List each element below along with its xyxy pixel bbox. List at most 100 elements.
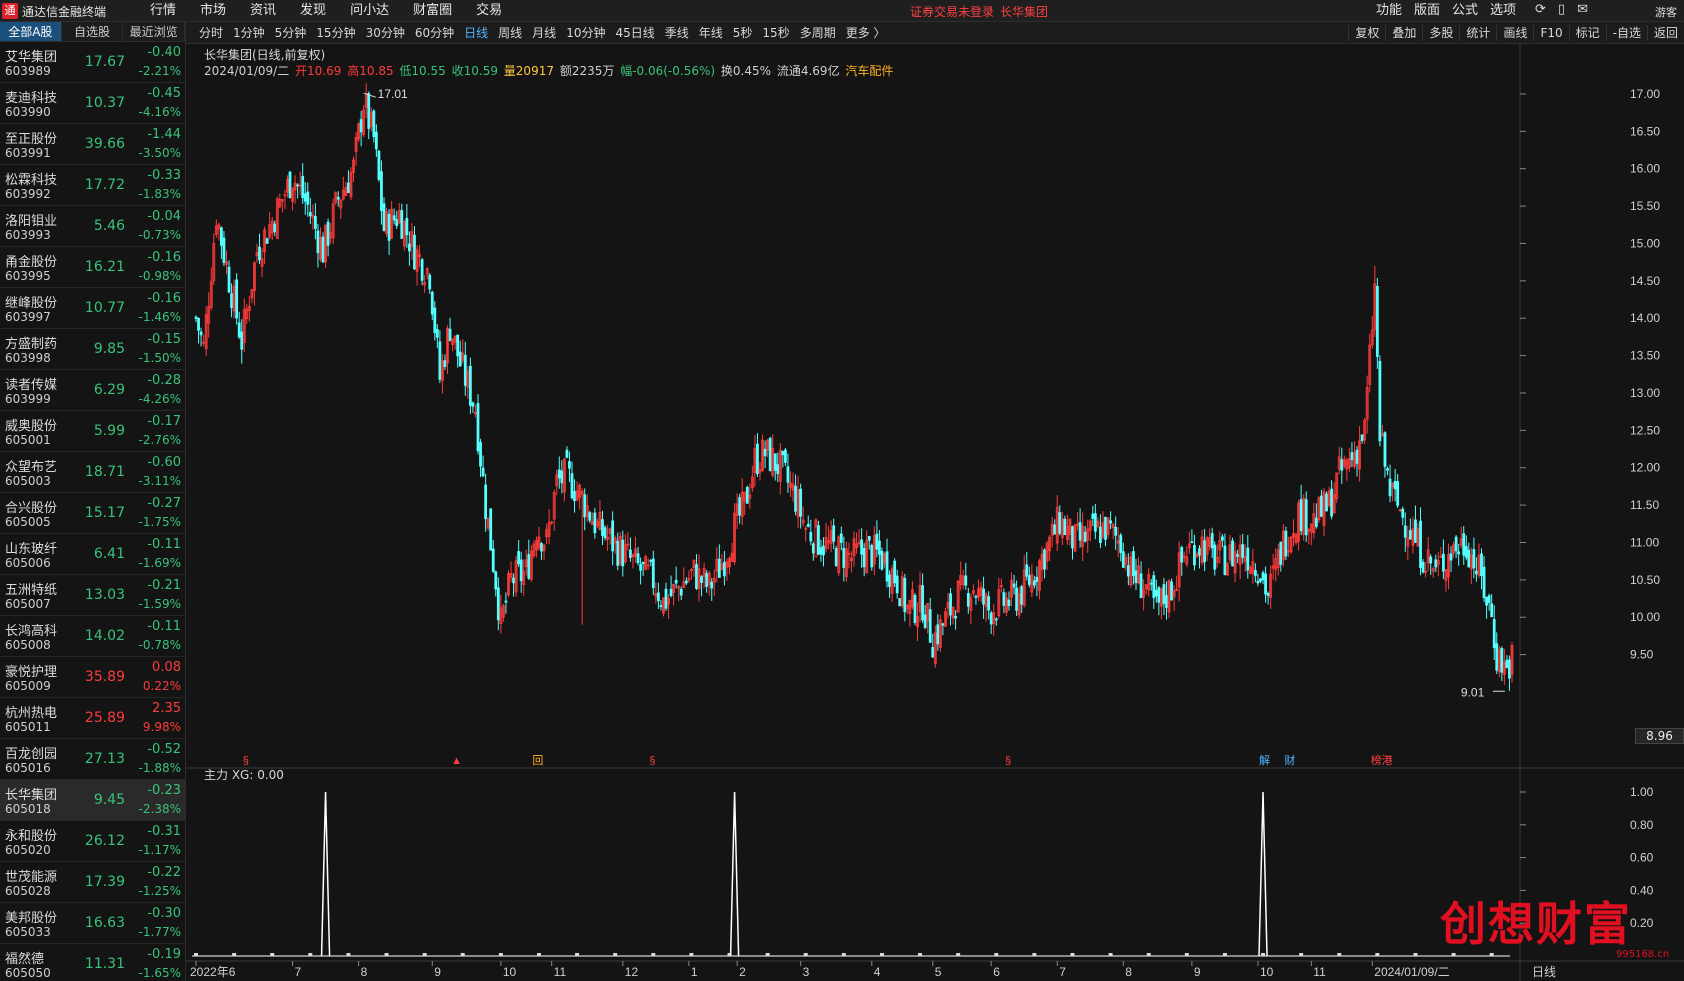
- period-toolbar: 分时 1分钟 5分钟 15分钟 30分钟 60分钟 日线 周线 月线 10分钟 45日线 季线 年线 5秒…: [186, 22, 1684, 44]
- candle-body: [1408, 530, 1412, 540]
- stock-row[interactable]: 豪悦护理 605009 35.89 0.08 0.22%: [0, 657, 185, 698]
- login-status[interactable]: 证券交易未登录: [910, 5, 994, 19]
- sidebar-tab-0[interactable]: 全部A股: [0, 22, 62, 41]
- tool-button-0[interactable]: 复权: [1348, 25, 1385, 41]
- menu-item-2[interactable]: 资讯: [238, 2, 288, 20]
- menu-item-1[interactable]: 市场: [188, 2, 238, 20]
- info-turnover: 换0.45%: [720, 64, 772, 78]
- stock-name: 美邦股份: [5, 911, 58, 926]
- stock-row[interactable]: 至正股份 603991 39.66 -1.44 -3.50%: [0, 124, 185, 165]
- stock-code: 603992: [5, 187, 51, 201]
- tool-button-2[interactable]: 多股: [1422, 25, 1459, 41]
- period-tab-2[interactable]: 5分钟: [270, 25, 312, 41]
- sidebar-tab-2[interactable]: 最近浏览: [123, 22, 185, 41]
- period-tab-3[interactable]: 15分钟: [311, 25, 360, 41]
- phone-icon[interactable]: ▯: [1558, 2, 1565, 17]
- kline-chart[interactable]: 17.00 16.50 16.00 15.50 15.00 14.50 14.00 13.50…: [186, 44, 1684, 981]
- stock-row[interactable]: 读者传媒 603999 6.29 -0.28 -4.26%: [0, 370, 185, 411]
- period-tab-10[interactable]: 45日线: [610, 25, 659, 41]
- menu-item-0[interactable]: 行情: [138, 2, 188, 20]
- login-notice[interactable]: 证券交易未登录 长华集团: [910, 3, 1054, 20]
- period-tab-1[interactable]: 1分钟: [228, 25, 270, 41]
- period-tab-14[interactable]: 15秒: [757, 25, 794, 41]
- period-tab-6[interactable]: 日线: [459, 25, 493, 41]
- chart-title[interactable]: 长华集团(日线,前复权): [204, 46, 325, 63]
- period-tab-12[interactable]: 年线: [694, 25, 728, 41]
- right-menu-item-2[interactable]: 公式: [1446, 2, 1484, 20]
- xg-dot: [270, 953, 275, 956]
- kline-chart-area[interactable]: 17.00 16.50 16.00 15.50 15.00 14.50 14.00 13.50…: [186, 44, 1684, 981]
- stock-name: 麦迪科技: [5, 91, 58, 106]
- menu-item-3[interactable]: 发现: [288, 2, 338, 20]
- xg-dot: [765, 953, 770, 956]
- stock-row[interactable]: 艾华集团 603989 17.67 -0.40 -2.21%: [0, 42, 185, 83]
- tool-button-6[interactable]: 标记: [1568, 25, 1606, 41]
- period-tab-7[interactable]: 周线: [493, 25, 527, 41]
- stock-row[interactable]: 洛阳钼业 603993 5.46 -0.04 -0.73%: [0, 206, 185, 247]
- stock-row[interactable]: 威奥股份 605001 5.99 -0.17 -2.76%: [0, 411, 185, 452]
- x-tick-label: 11: [1313, 965, 1326, 979]
- stock-row[interactable]: 方盛制药 603998 9.85 -0.15 -1.50%: [0, 329, 185, 370]
- right-menu-item-1[interactable]: 版面: [1408, 2, 1446, 20]
- stock-row[interactable]: 松霖科技 603992 17.72 -0.33 -1.83%: [0, 165, 185, 206]
- period-tab-15[interactable]: 多周期: [795, 25, 841, 41]
- menu-item-5[interactable]: 财富圈: [401, 2, 464, 20]
- stock-code: 603991: [5, 146, 51, 160]
- stock-change: -0.52: [147, 742, 181, 757]
- candle-body: [237, 322, 241, 338]
- candle-body: [611, 520, 615, 552]
- candle-body: [794, 485, 797, 512]
- period-tab-4[interactable]: 30分钟: [361, 25, 410, 41]
- stock-code: 605003: [5, 474, 51, 488]
- period-tab-13[interactable]: 5秒: [728, 25, 758, 41]
- stock-row[interactable]: 百龙创园 605016 27.13 -0.52 -1.88%: [0, 739, 185, 780]
- right-menu-item-3[interactable]: 选项: [1484, 2, 1522, 20]
- candle-body: [842, 548, 846, 568]
- stock-row[interactable]: 福然德 605050 11.31 -0.19 -1.65%: [0, 944, 185, 981]
- tool-button-1[interactable]: 叠加: [1385, 25, 1422, 41]
- mail-icon[interactable]: ✉: [1577, 2, 1588, 17]
- candle-body: [629, 549, 632, 558]
- candle-body: [1462, 533, 1466, 556]
- menu-item-4[interactable]: 问小达: [338, 2, 401, 20]
- tool-button-8[interactable]: 返回: [1646, 25, 1684, 41]
- tool-button-7[interactable]: -自选: [1605, 25, 1647, 41]
- candle-body: [336, 196, 340, 200]
- stock-row[interactable]: 山东玻纤 605006 6.41 -0.11 -1.69%: [0, 534, 185, 575]
- tool-button-4[interactable]: 画线: [1496, 25, 1533, 41]
- stock-row[interactable]: 合兴股份 605005 15.17 -0.27 -1.75%: [0, 493, 185, 534]
- stock-row[interactable]: 长华集团 605018 9.45 -0.23 -2.38%: [0, 780, 185, 821]
- xg-dot: [803, 953, 808, 956]
- tool-button-5[interactable]: F10: [1533, 25, 1568, 41]
- stock-row[interactable]: 世茂能源 605028 17.39 -0.22 -1.25%: [0, 862, 185, 903]
- right-menu-item-0[interactable]: 功能: [1370, 2, 1408, 20]
- stock-pct: -4.26%: [138, 392, 181, 406]
- period-tab-11[interactable]: 季线: [660, 25, 694, 41]
- period-tab-9[interactable]: 10分钟: [561, 25, 610, 41]
- guest-label[interactable]: 游客: [1655, 4, 1677, 20]
- stock-row[interactable]: 五洲特纸 605007 13.03 -0.21 -1.59%: [0, 575, 185, 616]
- stock-row[interactable]: 甬金股份 603995 16.21 -0.16 -0.98%: [0, 247, 185, 288]
- refresh-icon[interactable]: ⟳: [1535, 2, 1546, 17]
- tool-button-3[interactable]: 统计: [1459, 25, 1496, 41]
- stock-row[interactable]: 众望布艺 605003 18.71 -0.60 -3.11%: [0, 452, 185, 493]
- sidebar-tab-1[interactable]: 自选股: [62, 22, 124, 41]
- stock-row[interactable]: 麦迪科技 603990 10.37 -0.45 -4.16%: [0, 83, 185, 124]
- stock-row[interactable]: 继峰股份 603997 10.77 -0.16 -1.46%: [0, 288, 185, 329]
- stock-row[interactable]: 美邦股份 605033 16.63 -0.30 -1.77%: [0, 903, 185, 944]
- period-tab-8[interactable]: 月线: [527, 25, 561, 41]
- candle-body: [616, 540, 620, 566]
- stock-change: -0.28: [147, 373, 181, 388]
- menu-item-6[interactable]: 交易: [464, 2, 514, 20]
- period-tab-0[interactable]: 分时: [194, 25, 228, 41]
- stock-row[interactable]: 长鸿高科 605008 14.02 -0.11 -0.78%: [0, 616, 185, 657]
- sub-indicator-label[interactable]: 主力 XG: 0.00: [204, 766, 284, 783]
- candle-body: [443, 360, 447, 367]
- stock-row[interactable]: 杭州热电 605011 25.89 2.35 9.98%: [0, 698, 185, 739]
- candle-body: [936, 624, 940, 645]
- period-tab-5[interactable]: 60分钟: [410, 25, 459, 41]
- period-tab-16[interactable]: 更多 〉: [841, 25, 891, 41]
- candle-body: [1198, 548, 1201, 556]
- info-sector[interactable]: 汽车配件: [845, 64, 893, 78]
- stock-row[interactable]: 永和股份 605020 26.12 -0.31 -1.17%: [0, 821, 185, 862]
